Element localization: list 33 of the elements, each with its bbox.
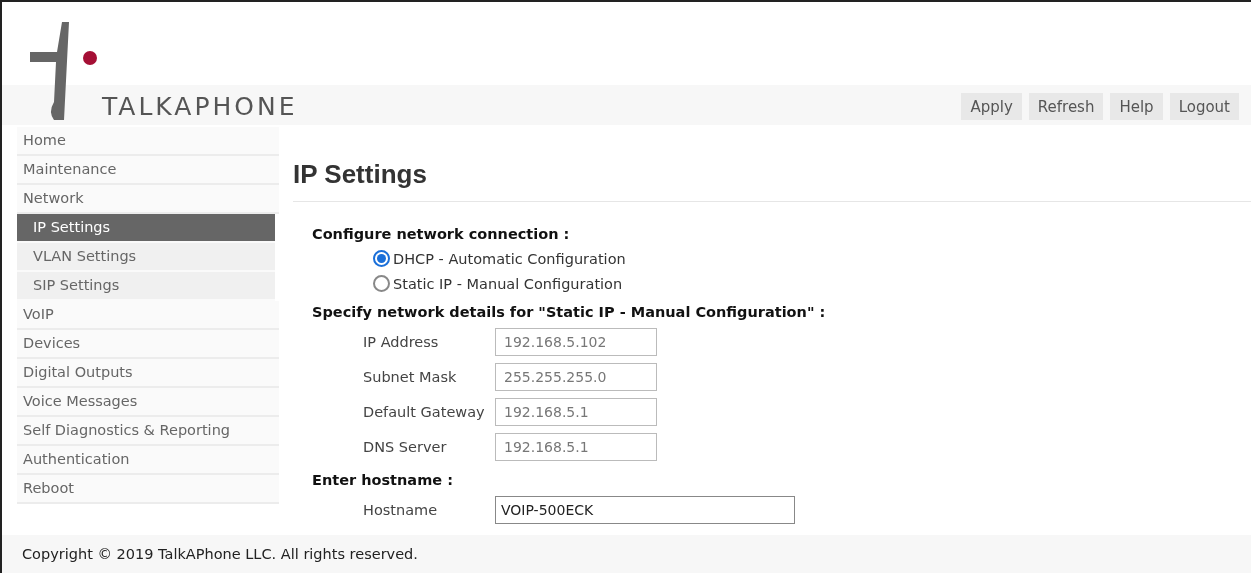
field-label: Subnet Mask xyxy=(363,368,458,385)
radio-label: DHCP - Automatic Configuration xyxy=(393,250,626,267)
section-heading: Enter hostname : xyxy=(312,471,454,490)
sidebar-item[interactable]: VLAN Settings xyxy=(17,243,275,272)
header-button[interactable]: Apply xyxy=(961,93,1022,120)
sidebar-item[interactable]: Reboot xyxy=(17,475,279,504)
sidebar-item[interactable]: VoIP xyxy=(17,301,279,330)
header-button[interactable]: Logout xyxy=(1169,93,1239,120)
field-label: DNS Server xyxy=(363,438,448,455)
sidebar-item[interactable]: SIP Settings xyxy=(17,272,275,301)
copyright-text: Copyright © 2019 TalkAPhone LLC. All rights reserved. xyxy=(22,546,418,562)
field-label: IP Address xyxy=(363,333,440,350)
header-button[interactable]: Refresh xyxy=(1028,93,1104,120)
section-heading: Configure network connection : xyxy=(312,225,571,244)
logo-text: TALKAPHONE xyxy=(102,92,298,121)
page-title: IP Settings xyxy=(293,158,428,191)
radio-button[interactable] xyxy=(373,250,390,267)
sidebar-item[interactable]: Self Diagnostics & Reporting xyxy=(17,417,279,446)
radio-label: Static IP - Manual Configuration xyxy=(393,275,623,292)
sidebar-item[interactable]: Digital Outputs xyxy=(17,359,279,388)
header-button[interactable]: Help xyxy=(1110,93,1163,120)
field-label: Default Gateway xyxy=(363,403,486,420)
sidebar-item[interactable]: Devices xyxy=(17,330,279,359)
field-label: Hostname xyxy=(363,501,439,518)
sidebar-item[interactable]: Voice Messages xyxy=(17,388,279,417)
sidebar-item[interactable]: Network xyxy=(17,185,279,214)
sidebar-item[interactable]: IP Settings xyxy=(17,214,275,243)
sidebar-item[interactable]: Home xyxy=(17,127,279,156)
sidebar-item[interactable]: Authentication xyxy=(17,446,279,475)
section-heading: Specify network details for "Static IP - Manual Configuration" : xyxy=(312,303,827,322)
sidebar-item[interactable]: Maintenance xyxy=(17,156,279,185)
input-field[interactable]: VOIP-500ECK xyxy=(495,495,795,524)
radio-button[interactable] xyxy=(373,275,390,292)
